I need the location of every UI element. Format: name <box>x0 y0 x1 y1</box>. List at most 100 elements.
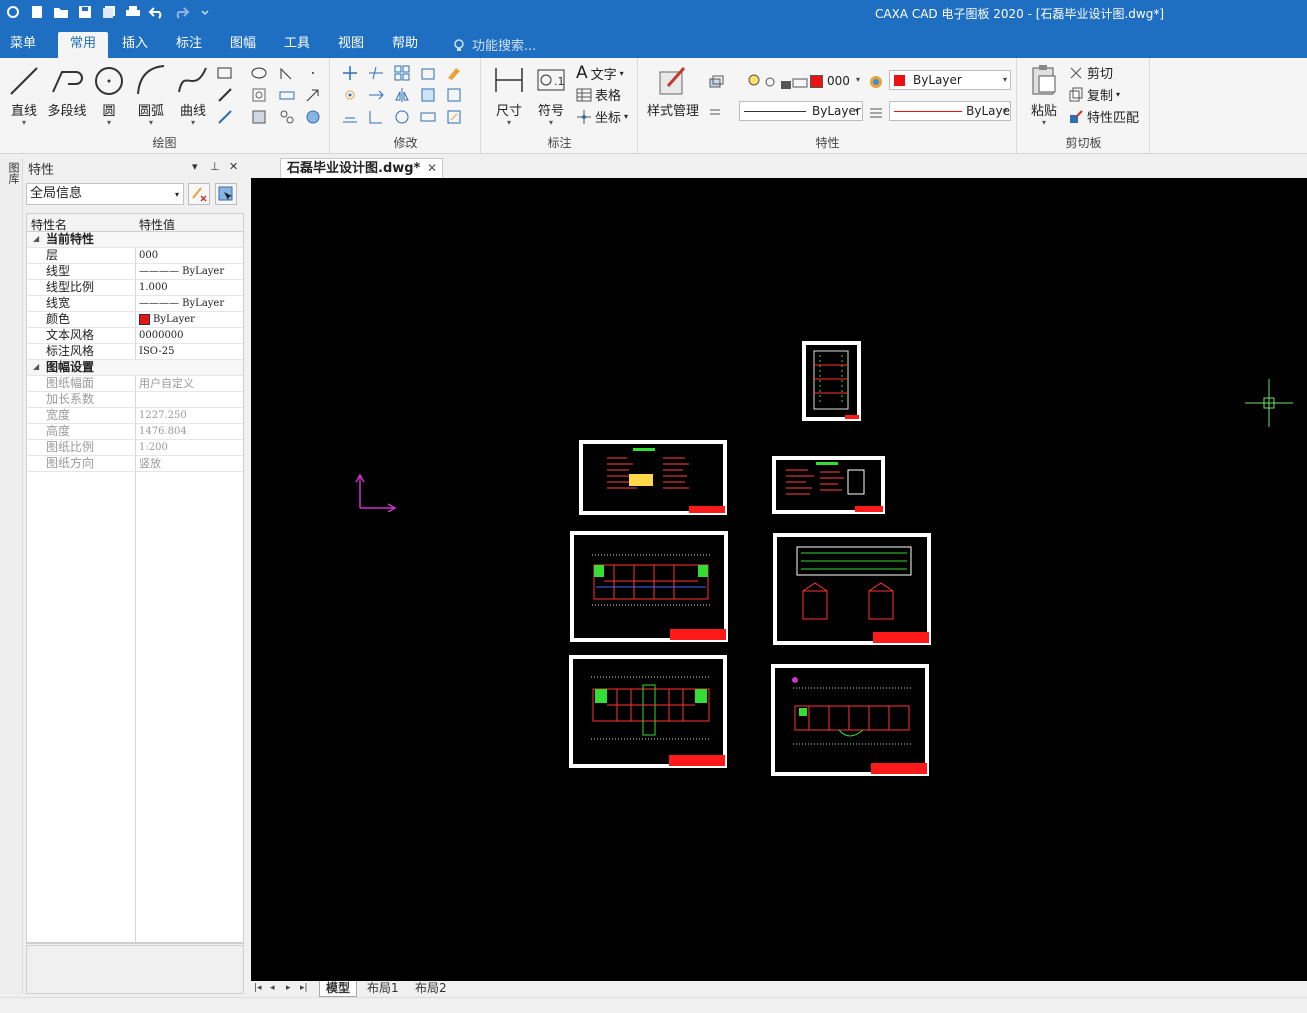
copy-button[interactable]: 复制 ▾ <box>1068 85 1120 104</box>
coordinate-button[interactable]: 坐标 ▾ <box>576 107 628 126</box>
fill-icon[interactable] <box>250 86 268 104</box>
pin-icon[interactable]: ⊥ <box>210 160 220 173</box>
image-insert-icon[interactable] <box>304 108 322 126</box>
array-icon[interactable] <box>393 64 411 82</box>
prev-layout-icon[interactable]: ◂ <box>270 983 275 993</box>
ruler-icon[interactable] <box>278 86 296 104</box>
document-tab[interactable]: 石磊毕业设计图.dwg* ✕ <box>280 158 443 178</box>
open-folder-icon[interactable] <box>52 3 70 21</box>
linetype-combo[interactable]: ByLayer ▾ <box>739 101 863 121</box>
fillet-icon[interactable] <box>367 108 385 126</box>
drawing-sheet-7[interactable] <box>771 664 929 776</box>
layout-tab-1[interactable]: 布局1 <box>361 981 405 997</box>
customize-quick-access-icon[interactable] <box>196 3 214 21</box>
edit-icon[interactable] <box>445 108 463 126</box>
layout-tab-2[interactable]: 布局2 <box>409 981 453 997</box>
gear-group-icon[interactable] <box>278 108 296 126</box>
drawing-sheet-2[interactable] <box>579 440 727 515</box>
table-button[interactable]: 表格 <box>576 85 621 104</box>
color-wheel-icon[interactable] <box>867 73 885 91</box>
tab-insert[interactable]: 插入 <box>114 32 156 58</box>
new-file-icon[interactable] <box>28 3 46 21</box>
text-button[interactable]: A 文字 ▾ <box>576 63 624 83</box>
symbol-button[interactable]: .1 符号 ▾ <box>528 62 574 127</box>
rect-modify-icon[interactable] <box>445 86 463 104</box>
row-linetype-scale[interactable]: 线型比例 1.000 <box>27 280 243 296</box>
point-icon[interactable] <box>304 64 322 82</box>
color-combo[interactable]: ByLayer ▾ <box>889 70 1011 90</box>
curve-button[interactable]: 曲线 ▾ <box>170 62 216 127</box>
block-icon[interactable] <box>250 108 268 126</box>
layout-tab-model[interactable]: 模型 <box>319 981 358 997</box>
redo-icon[interactable] <box>172 3 190 21</box>
row-linetype[interactable]: 线型 ———— ByLayer <box>27 264 243 280</box>
arc-button[interactable]: 圆弧 ▾ <box>128 62 174 127</box>
close-panel-icon[interactable]: ✕ <box>229 160 238 173</box>
extend-icon[interactable] <box>367 86 385 104</box>
next-layout-icon[interactable]: ▸ <box>286 983 291 993</box>
library-tab[interactable]: 图库 <box>2 162 21 210</box>
stretch-icon[interactable] <box>419 86 437 104</box>
mirror-icon[interactable] <box>393 86 411 104</box>
arrow-draw-icon[interactable] <box>304 86 322 104</box>
style-manager-button[interactable]: 样式管理 <box>644 62 702 119</box>
explode-icon[interactable] <box>341 86 359 104</box>
tab-annotate[interactable]: 标注 <box>168 32 210 58</box>
drawing-canvas[interactable] <box>251 178 1307 981</box>
break-icon[interactable] <box>419 108 437 126</box>
row-lineweight[interactable]: 线宽 ———— ByLayer <box>27 296 243 312</box>
row-dim-style[interactable]: 标注风格 ISO-25 <box>27 344 243 360</box>
section-sheet-settings[interactable]: ◢ 图幅设置 <box>27 360 243 376</box>
tab-menu[interactable]: 菜单 <box>2 32 44 58</box>
row-color[interactable]: 颜色 ByLayer <box>27 312 243 328</box>
tab-view[interactable]: 视图 <box>330 32 372 58</box>
line-button[interactable]: 直线 ▾ <box>1 62 47 127</box>
save-all-icon[interactable] <box>100 3 118 21</box>
trim-icon[interactable] <box>367 64 385 82</box>
eraser-icon[interactable] <box>445 64 463 82</box>
dimension-button[interactable]: 尺寸 ▾ <box>486 62 532 127</box>
circle-button[interactable]: 圆 ▾ <box>86 62 132 127</box>
drawing-sheet-4[interactable] <box>570 531 728 642</box>
paste-button[interactable]: 粘贴 ▾ <box>1022 62 1066 127</box>
select-objects-button[interactable] <box>215 183 237 205</box>
tab-home[interactable]: 常用 <box>58 32 108 58</box>
first-layout-icon[interactable]: |◂ <box>254 983 262 993</box>
polygon-icon[interactable] <box>278 64 296 82</box>
move-icon[interactable] <box>341 64 359 82</box>
cut-button[interactable]: 剪切 <box>1068 63 1113 82</box>
ellipse-icon[interactable] <box>250 64 268 82</box>
rectangle-icon[interactable] <box>216 64 234 82</box>
panel-menu-icon[interactable]: ▾ <box>192 160 198 173</box>
undo-icon[interactable] <box>148 3 166 21</box>
quick-select-button[interactable] <box>188 183 210 205</box>
save-icon[interactable] <box>76 3 94 21</box>
layer-combo[interactable]: 000 ▾ <box>823 71 863 91</box>
drawing-sheet-3[interactable] <box>772 456 885 514</box>
row-layer[interactable]: 层 000 <box>27 248 243 264</box>
offset-icon[interactable] <box>341 108 359 126</box>
app-logo-icon[interactable] <box>4 3 22 21</box>
print-icon[interactable] <box>124 3 142 21</box>
tab-sheet[interactable]: 图幅 <box>222 32 264 58</box>
lineweight-icon[interactable] <box>867 103 885 121</box>
spline-icon[interactable] <box>216 108 234 126</box>
polyline-button[interactable]: 多段线 <box>42 62 92 119</box>
layer-settings-icon[interactable] <box>707 73 725 91</box>
hatch-icon[interactable] <box>216 86 234 104</box>
lineweight-combo[interactable]: ByLaye ▾ <box>889 101 1011 121</box>
drawing-sheet-1[interactable] <box>802 341 861 421</box>
scale-icon[interactable] <box>419 64 437 82</box>
tab-help[interactable]: 帮助 <box>384 32 426 58</box>
printer-layer-icon[interactable] <box>791 73 809 91</box>
drawing-sheet-5[interactable] <box>773 533 931 645</box>
rotate-icon[interactable] <box>393 108 411 126</box>
row-text-style[interactable]: 文本风格 0000000 <box>27 328 243 344</box>
function-search[interactable]: 功能搜索... <box>452 35 536 54</box>
close-document-icon[interactable]: ✕ <box>427 159 437 178</box>
section-current-properties[interactable]: ◢ 当前特性 <box>27 232 243 248</box>
drawing-sheet-6[interactable] <box>569 655 727 768</box>
last-layout-icon[interactable]: ▸| <box>300 983 308 993</box>
line-list-icon[interactable] <box>707 103 725 121</box>
match-properties-button[interactable]: 特性匹配 <box>1068 107 1139 126</box>
